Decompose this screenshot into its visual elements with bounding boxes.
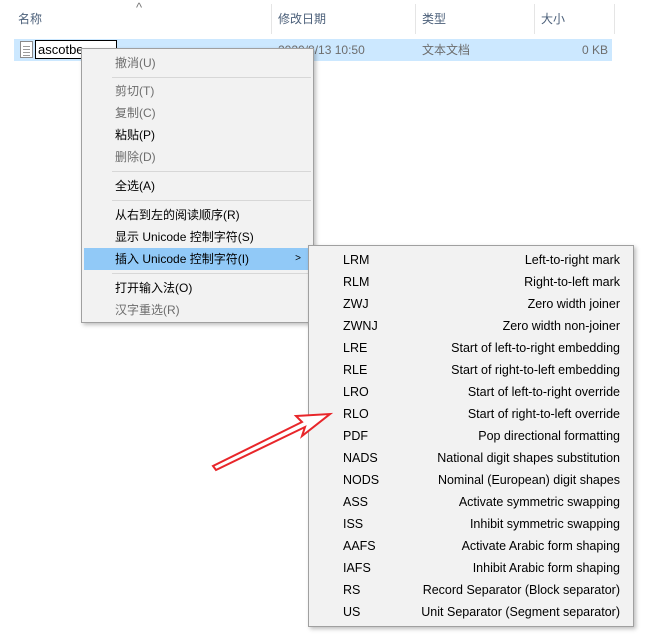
menu-item-label: 汉字重选(R) [115,303,180,317]
submenu-item-lrm[interactable]: LRM Left-to-right mark [311,249,631,271]
menu-item-undo[interactable]: 撤消(U) [84,52,311,74]
control-char-description: Inhibit Arabic form shaping [472,561,620,575]
control-char-description: Record Separator (Block separator) [422,583,620,597]
menu-divider [112,273,311,274]
submenu-item-us[interactable]: US Unit Separator (Segment separator) [311,601,631,623]
submenu-item-iss[interactable]: ISS Inhibit symmetric swapping [311,513,631,535]
column-divider[interactable] [415,4,416,34]
control-char-code: NADS [343,451,378,465]
control-char-code: RLO [343,407,369,421]
control-char-code: LRM [343,253,370,267]
control-char-description: Activate symmetric swapping [458,495,620,509]
submenu-item-rlo[interactable]: RLO Start of right-to-left override [311,403,631,425]
column-header-size[interactable]: 大小 [541,0,565,38]
menu-divider [112,77,311,78]
control-char-description: Start of left-to-right override [467,385,620,399]
control-char-description: Nominal (European) digit shapes [437,473,620,487]
column-header: ^ 名称 修改日期 类型 大小 [0,0,646,38]
submenu-item-ass[interactable]: ASS Activate symmetric swapping [311,491,631,513]
menu-item-label: 粘贴(P) [115,128,155,142]
menu-item-label: 剪切(T) [115,84,155,98]
submenu-item-aafs[interactable]: AAFS Activate Arabic form shaping [311,535,631,557]
submenu-item-lro[interactable]: LRO Start of left-to-right override [311,381,631,403]
menu-item-label: 全选(A) [115,179,155,193]
control-char-description: Zero width joiner [527,297,620,311]
control-char-code: LRE [343,341,368,355]
menu-item-insert-unicode[interactable]: 插入 Unicode 控制字符(I) > [84,248,311,270]
column-divider[interactable] [271,4,272,34]
control-char-code: RLM [343,275,370,289]
control-char-description: Right-to-left mark [524,275,620,289]
menu-item-label: 撤消(U) [115,56,156,70]
menu-item-select-all[interactable]: 全选(A) [84,175,311,197]
control-char-description: Inhibit symmetric swapping [469,517,620,531]
menu-item-label: 插入 Unicode 控制字符(I) [115,252,250,266]
context-menu: 撤消(U) 剪切(T) 复制(C) 粘贴(P) 删除(D) 全选(A) 从右到左… [81,48,314,323]
control-char-code: PDF [343,429,368,443]
control-char-code: RS [343,583,361,597]
column-divider[interactable] [614,4,615,34]
menu-item-cut[interactable]: 剪切(T) [84,80,311,102]
control-char-description: Start of left-to-right embedding [451,341,620,355]
control-char-code: LRO [343,385,369,399]
menu-item-rtl-reading-order[interactable]: 从右到左的阅读顺序(R) [84,204,311,226]
control-char-code: US [343,605,361,619]
control-char-code: RLE [343,363,368,377]
submenu-item-lre[interactable]: LRE Start of left-to-right embedding [311,337,631,359]
menu-item-label: 复制(C) [115,106,156,120]
control-char-code: ZWNJ [343,319,378,333]
submenu-item-zwj[interactable]: ZWJ Zero width joiner [311,293,631,315]
menu-item-show-unicode[interactable]: 显示 Unicode 控制字符(S) [84,226,311,248]
menu-item-label: 删除(D) [115,150,156,164]
menu-item-label: 打开输入法(O) [115,281,193,295]
submenu-item-nods[interactable]: NODS Nominal (European) digit shapes [311,469,631,491]
unicode-control-submenu: LRM Left-to-right mark RLM Right-to-left ma… [308,245,634,627]
menu-item-paste[interactable]: 粘贴(P) [84,124,311,146]
control-char-code: ASS [343,495,369,509]
control-char-description: Left-to-right mark [524,253,620,267]
control-char-description: National digit shapes substitution [437,451,620,465]
menu-item-delete[interactable]: 删除(D) [84,146,311,168]
menu-item-open-ime[interactable]: 打开输入法(O) [84,277,311,299]
control-char-code: ZWJ [343,297,369,311]
submenu-item-rs[interactable]: RS Record Separator (Block separator) [311,579,631,601]
control-char-description: Zero width non-joiner [502,319,620,333]
control-char-description: Pop directional formatting [478,429,620,443]
control-char-description: Unit Separator (Segment separator) [421,605,620,619]
column-header-type[interactable]: 类型 [422,0,446,38]
menu-item-label: 显示 Unicode 控制字符(S) [115,230,254,244]
control-char-code: NODS [343,473,380,487]
control-char-description: Start of right-to-left embedding [451,363,620,377]
submenu-item-rlm[interactable]: RLM Right-to-left mark [311,271,631,293]
column-header-name[interactable]: 名称 [18,0,42,38]
submenu-item-iafs[interactable]: IAFS Inhibit Arabic form shaping [311,557,631,579]
chevron-right-icon: > [295,253,301,264]
file-type: 文本文档 [422,43,471,57]
menu-divider [112,171,311,172]
text-document-icon [20,41,33,58]
control-char-code: AAFS [343,539,376,553]
column-divider[interactable] [534,4,535,34]
submenu-item-rle[interactable]: RLE Start of right-to-left embedding [311,359,631,381]
control-char-description: Activate Arabic form shaping [461,539,620,553]
submenu-item-zwnj[interactable]: ZWNJ Zero width non-joiner [311,315,631,337]
menu-item-copy[interactable]: 复制(C) [84,102,311,124]
control-char-code: IAFS [343,561,371,575]
control-char-description: Start of right-to-left override [467,407,620,421]
sort-ascending-icon: ^ [136,0,143,15]
menu-item-reconversion[interactable]: 汉字重选(R) [84,299,311,321]
submenu-item-pdf[interactable]: PDF Pop directional formatting [311,425,631,447]
menu-item-label: 从右到左的阅读顺序(R) [115,208,240,222]
file-size: 0 KB [581,43,608,57]
submenu-item-nads[interactable]: NADS National digit shapes substitution [311,447,631,469]
control-char-code: ISS [343,517,364,531]
column-header-modified[interactable]: 修改日期 [278,0,326,38]
menu-divider [112,200,311,201]
